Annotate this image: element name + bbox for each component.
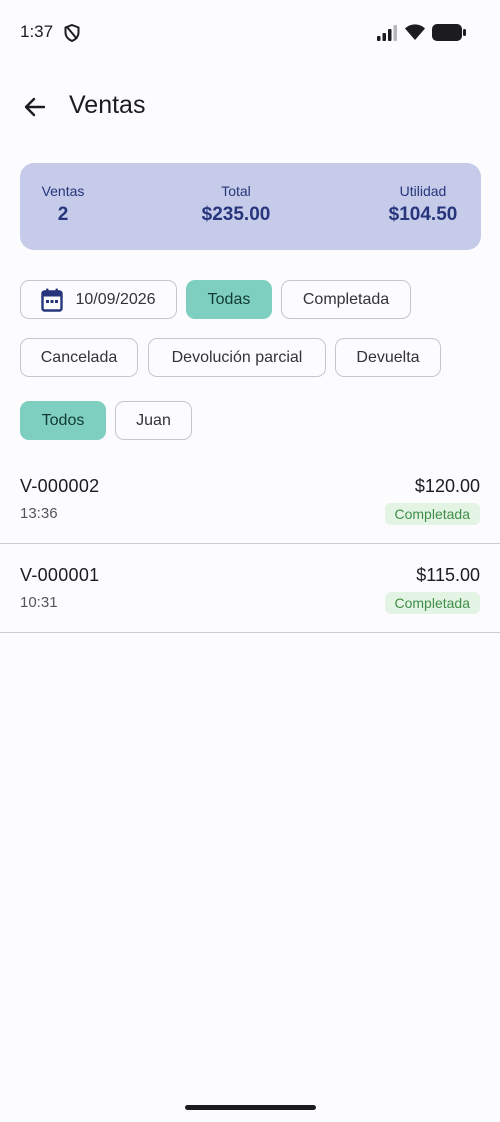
status-chip-cancelada[interactable]: Cancelada: [20, 338, 138, 377]
summary-utilidad-value: $104.50: [388, 204, 458, 225]
chip-label: Devolución parcial: [171, 348, 303, 366]
status-chip-todas[interactable]: Todas: [186, 280, 272, 319]
chip-label: Todas: [207, 290, 251, 308]
summary-ventas: Ventas 2: [39, 183, 87, 226]
wifi-icon: [405, 24, 425, 40]
sale-amount: $115.00: [416, 565, 480, 585]
date-filter-chip[interactable]: 10/09/2026: [20, 280, 177, 319]
sale-amount: $120.00: [414, 476, 480, 496]
status-chip-devolucion-parcial[interactable]: Devolución parcial: [148, 338, 326, 377]
summary-utilidad: Utilidad $104.50: [385, 183, 461, 226]
page-title: Ventas: [69, 91, 146, 119]
summary-ventas-value: 2: [57, 204, 69, 225]
chip-label: Todos: [41, 411, 85, 429]
sale-list-item[interactable]: V-000001 10:31 $115.00 Completada: [0, 544, 500, 633]
sale-time: 10:31: [20, 594, 58, 611]
status-chip-devuelta[interactable]: Devuelta: [335, 338, 441, 377]
sale-time: 13:36: [20, 505, 58, 522]
chip-label: Cancelada: [40, 348, 118, 366]
signal-icon: [377, 25, 397, 41]
sale-list-item[interactable]: V-000002 13:36 $120.00 Completada: [0, 455, 500, 544]
chip-label: Juan: [136, 411, 171, 429]
summary-utilidad-label: Utilidad: [399, 183, 447, 199]
home-indicator: [185, 1105, 316, 1110]
sale-id: V-000001: [20, 565, 100, 585]
battery-icon: [432, 24, 466, 41]
arrow-left-icon: [24, 97, 46, 117]
summary-total-label: Total: [221, 183, 251, 199]
status-badge: Completada: [384, 503, 480, 525]
status-time: 1:37: [20, 22, 54, 41]
summary-total: Total $235.00: [190, 183, 282, 226]
summary-card: Ventas 2 Total $235.00 Utilidad $104.50: [20, 163, 481, 250]
status-badge: Completada: [384, 592, 480, 614]
sale-id: V-000002: [20, 476, 100, 496]
app-bar: Ventas: [0, 80, 500, 132]
calendar-icon: [41, 288, 64, 312]
shield-icon: [64, 24, 80, 42]
chip-label: Devuelta: [356, 348, 420, 366]
back-button[interactable]: [16, 88, 54, 126]
status-chip-completada[interactable]: Completada: [281, 280, 411, 319]
user-chip-juan[interactable]: Juan: [115, 401, 192, 440]
status-bar: 1:37: [0, 0, 500, 64]
summary-ventas-label: Ventas: [41, 183, 85, 199]
chip-label: Completada: [302, 290, 390, 308]
user-chip-todos[interactable]: Todos: [20, 401, 106, 440]
summary-total-value: $235.00: [201, 204, 271, 225]
date-filter-value: 10/09/2026: [75, 290, 156, 308]
